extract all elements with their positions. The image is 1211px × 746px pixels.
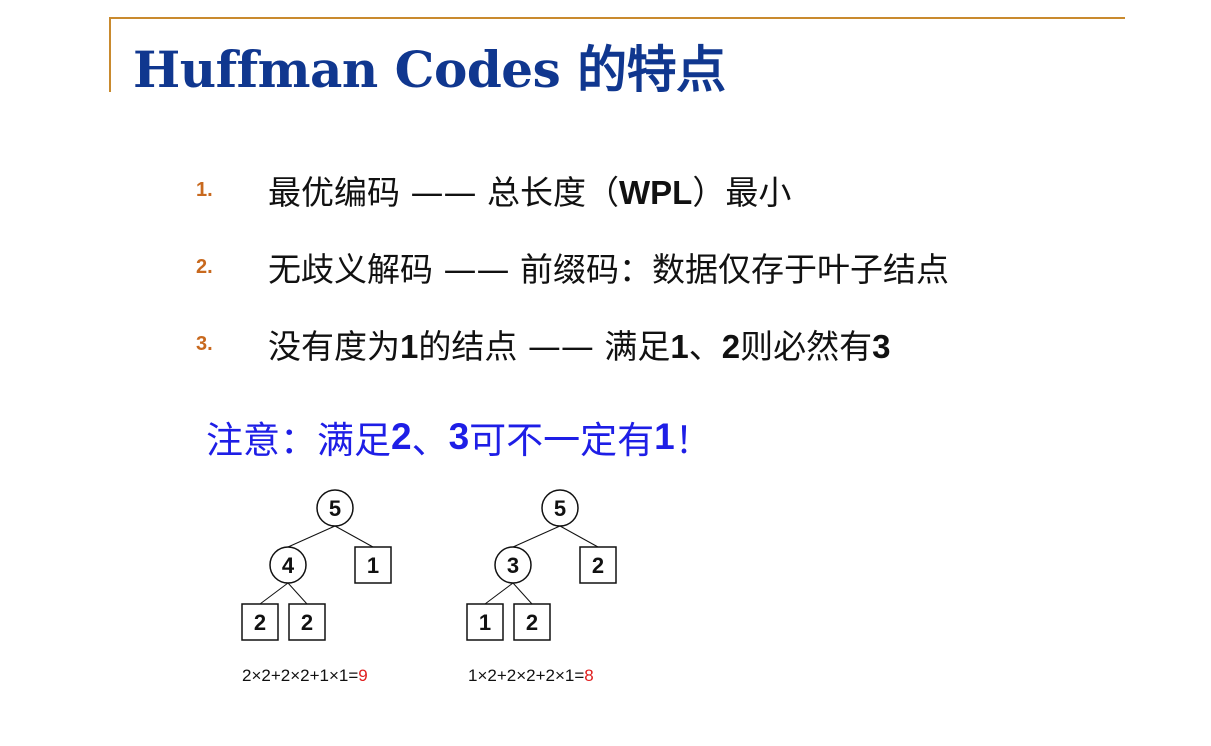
root-weight: 5	[554, 496, 566, 521]
wpl-result: 8	[584, 666, 594, 685]
edge	[512, 525, 561, 548]
edge	[334, 525, 374, 548]
wpl-result: 9	[358, 666, 368, 685]
huffman-trees-diagram: 5 4 1 2 2 5 3 2 1 2	[241, 489, 617, 641]
leaf-weight: 2	[526, 610, 538, 635]
edge	[512, 582, 533, 605]
leaf-weight: 2	[254, 610, 266, 635]
wpl-formula-1: 2×2+2×2+1×1=9	[242, 666, 368, 685]
leaf-weight: 1	[367, 553, 379, 578]
root-weight: 5	[329, 496, 341, 521]
leaf-weight: 2	[301, 610, 313, 635]
tree-1: 5 4 1 2 2	[241, 489, 392, 641]
edge	[287, 582, 308, 605]
internal-weight: 4	[282, 553, 295, 578]
internal-weight: 3	[507, 553, 519, 578]
tree-2: 5 3 2 1 2	[466, 489, 617, 641]
edge	[287, 525, 336, 548]
edge	[484, 582, 514, 605]
leaf-weight: 1	[479, 610, 491, 635]
edge	[559, 525, 599, 548]
leaf-weight: 2	[592, 553, 604, 578]
wpl-formula-2: 1×2+2×2+2×1=8	[468, 666, 594, 685]
edge	[259, 582, 289, 605]
